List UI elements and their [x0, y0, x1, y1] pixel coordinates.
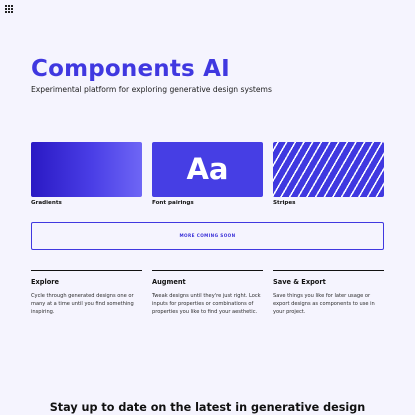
stripes-card-label[interactable]: Stripes	[273, 200, 296, 206]
feature-title: Save & Export	[273, 278, 326, 286]
feature-title: Explore	[31, 278, 59, 286]
hero-subtitle: Experimental platform for exploring gene…	[31, 85, 272, 94]
dot-grid-logo-icon[interactable]	[5, 5, 13, 13]
logo-dot	[5, 11, 7, 13]
logo-dot	[8, 8, 10, 10]
feature-description: Cycle through generated designs one or m…	[31, 293, 134, 316]
feature-augment: Augment Tweak designs until they're just…	[152, 270, 263, 317]
feature-description: Save things you like for later usage or …	[273, 293, 375, 316]
logo-dot	[11, 8, 13, 10]
newsletter-heading: Stay up to date on the latest in generat…	[49, 401, 366, 414]
logo-dot	[5, 5, 7, 7]
stripes-card[interactable]	[273, 142, 384, 197]
logo-dot	[11, 5, 13, 7]
feature-description: Tweak designs until they're just right. …	[152, 293, 261, 316]
font-sample-glyph: Aa	[186, 152, 229, 186]
logo-dot	[5, 8, 7, 10]
feature-explore: Explore Cycle through generated designs …	[31, 270, 142, 317]
more-coming-soon-button[interactable]: MORE COMING SOON	[31, 222, 384, 250]
logo-dot	[11, 11, 13, 13]
feature-save-export: Save & Export Save things you like for l…	[273, 270, 384, 317]
feature-title: Augment	[152, 278, 186, 286]
font-pairings-card[interactable]: Aa	[152, 142, 263, 197]
gradients-card-label[interactable]: Gradients	[31, 200, 62, 206]
logo-dot	[8, 11, 10, 13]
logo-dot	[8, 5, 10, 7]
gradients-card[interactable]	[31, 142, 142, 197]
hero-title: Components AI	[31, 56, 230, 82]
font-pairings-card-label[interactable]: Font pairings	[152, 200, 194, 206]
